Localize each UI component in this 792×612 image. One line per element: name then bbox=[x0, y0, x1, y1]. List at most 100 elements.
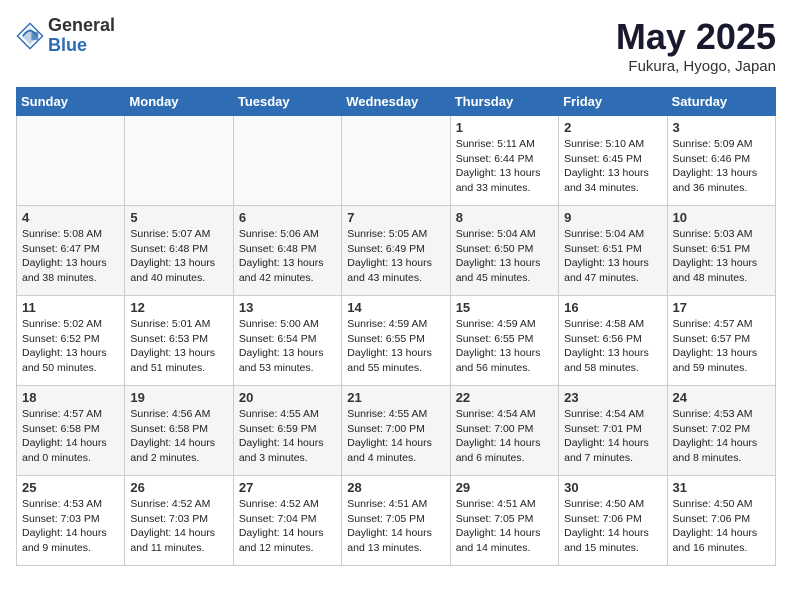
day-info: Sunrise: 4:52 AMSunset: 7:03 PMDaylight:… bbox=[130, 497, 227, 556]
day-number: 1 bbox=[456, 120, 553, 135]
calendar-cell: 14 Sunrise: 4:59 AMSunset: 6:55 PMDayligh… bbox=[342, 296, 450, 386]
logo: General Blue bbox=[16, 16, 115, 56]
day-info: Sunrise: 5:03 AMSunset: 6:51 PMDaylight:… bbox=[673, 227, 770, 286]
calendar-cell: 20 Sunrise: 4:55 AMSunset: 6:59 PMDayligh… bbox=[233, 386, 341, 476]
day-info: Sunrise: 4:58 AMSunset: 6:56 PMDaylight:… bbox=[564, 317, 661, 376]
day-number: 29 bbox=[456, 480, 553, 495]
day-info: Sunrise: 4:54 AMSunset: 7:01 PMDaylight:… bbox=[564, 407, 661, 466]
calendar-cell: 17 Sunrise: 4:57 AMSunset: 6:57 PMDayligh… bbox=[667, 296, 775, 386]
day-info: Sunrise: 4:51 AMSunset: 7:05 PMDaylight:… bbox=[456, 497, 553, 556]
weekday-header: Friday bbox=[559, 88, 667, 116]
calendar-cell: 25 Sunrise: 4:53 AMSunset: 7:03 PMDayligh… bbox=[17, 476, 125, 566]
day-info: Sunrise: 4:52 AMSunset: 7:04 PMDaylight:… bbox=[239, 497, 336, 556]
day-number: 21 bbox=[347, 390, 444, 405]
calendar-cell: 4Sunrise: 5:08 AMSunset: 6:47 PMDaylight… bbox=[17, 206, 125, 296]
calendar-table: SundayMondayTuesdayWednesdayThursdayFrid… bbox=[16, 87, 776, 566]
day-number: 2 bbox=[564, 120, 661, 135]
day-info: Sunrise: 5:01 AMSunset: 6:53 PMDaylight:… bbox=[130, 317, 227, 376]
calendar-cell: 30 Sunrise: 4:50 AMSunset: 7:06 PMDayligh… bbox=[559, 476, 667, 566]
logo-blue-text: Blue bbox=[48, 36, 115, 56]
day-number: 28 bbox=[347, 480, 444, 495]
day-info: Sunrise: 4:56 AMSunset: 6:58 PMDaylight:… bbox=[130, 407, 227, 466]
calendar-week-row: 25 Sunrise: 4:53 AMSunset: 7:03 PMDayligh… bbox=[17, 476, 776, 566]
calendar-cell: 8 Sunrise: 5:04 AMSunset: 6:50 PMDaylight… bbox=[450, 206, 558, 296]
day-number: 15 bbox=[456, 300, 553, 315]
day-number: 25 bbox=[22, 480, 119, 495]
day-info: Sunrise: 5:07 AMSunset: 6:48 PMDaylight:… bbox=[130, 227, 227, 286]
day-info: Sunrise: 4:59 AMSunset: 6:55 PMDaylight:… bbox=[456, 317, 553, 376]
day-info: Sunrise: 5:05 AMSunset: 6:49 PMDaylight:… bbox=[347, 227, 444, 286]
day-number: 24 bbox=[673, 390, 770, 405]
calendar-week-row: 1 Sunrise: 5:11 AMSunset: 6:44 PMDaylight… bbox=[17, 116, 776, 206]
weekday-header: Thursday bbox=[450, 88, 558, 116]
calendar-cell: 2Sunrise: 5:10 AMSunset: 6:45 PMDaylight… bbox=[559, 116, 667, 206]
calendar-cell: 13 Sunrise: 5:00 AMSunset: 6:54 PMDayligh… bbox=[233, 296, 341, 386]
day-number: 23 bbox=[564, 390, 661, 405]
day-number: 8 bbox=[456, 210, 553, 225]
month-title: May 2025 bbox=[616, 16, 776, 58]
calendar-cell: 12 Sunrise: 5:01 AMSunset: 6:53 PMDayligh… bbox=[125, 296, 233, 386]
calendar-cell: 7 Sunrise: 5:05 AMSunset: 6:49 PMDaylight… bbox=[342, 206, 450, 296]
day-info: Sunrise: 4:54 AMSunset: 7:00 PMDaylight:… bbox=[456, 407, 553, 466]
day-number: 31 bbox=[673, 480, 770, 495]
calendar-cell bbox=[233, 116, 341, 206]
page-header: General Blue May 2025 Fukura, Hyogo, Jap… bbox=[16, 16, 776, 75]
day-number: 7 bbox=[347, 210, 444, 225]
day-info: Sunrise: 5:04 AMSunset: 6:50 PMDaylight:… bbox=[456, 227, 553, 286]
calendar-cell: 19 Sunrise: 4:56 AMSunset: 6:58 PMDayligh… bbox=[125, 386, 233, 476]
weekday-header: Wednesday bbox=[342, 88, 450, 116]
day-info: Sunrise: 4:51 AMSunset: 7:05 PMDaylight:… bbox=[347, 497, 444, 556]
day-info: Sunrise: 4:57 AMSunset: 6:58 PMDaylight:… bbox=[22, 407, 119, 466]
day-number: 20 bbox=[239, 390, 336, 405]
calendar-body: 1 Sunrise: 5:11 AMSunset: 6:44 PMDaylight… bbox=[17, 116, 776, 566]
calendar-cell bbox=[125, 116, 233, 206]
day-info: Sunrise: 4:55 AMSunset: 6:59 PMDaylight:… bbox=[239, 407, 336, 466]
day-number: 13 bbox=[239, 300, 336, 315]
day-number: 30 bbox=[564, 480, 661, 495]
weekday-header: Tuesday bbox=[233, 88, 341, 116]
logo-icon bbox=[16, 22, 44, 50]
day-info: Sunrise: 5:00 AMSunset: 6:54 PMDaylight:… bbox=[239, 317, 336, 376]
day-number: 19 bbox=[130, 390, 227, 405]
calendar-cell: 10Sunrise: 5:03 AMSunset: 6:51 PMDayligh… bbox=[667, 206, 775, 296]
day-number: 4 bbox=[22, 210, 119, 225]
day-info: Sunrise: 4:55 AMSunset: 7:00 PMDaylight:… bbox=[347, 407, 444, 466]
calendar-cell: 3Sunrise: 5:09 AMSunset: 6:46 PMDaylight… bbox=[667, 116, 775, 206]
weekday-header: Sunday bbox=[17, 88, 125, 116]
day-number: 9 bbox=[564, 210, 661, 225]
day-number: 11 bbox=[22, 300, 119, 315]
day-number: 5 bbox=[130, 210, 227, 225]
calendar-week-row: 11 Sunrise: 5:02 AMSunset: 6:52 PMDayligh… bbox=[17, 296, 776, 386]
day-number: 14 bbox=[347, 300, 444, 315]
header-row: SundayMondayTuesdayWednesdayThursdayFrid… bbox=[17, 88, 776, 116]
day-info: Sunrise: 4:59 AMSunset: 6:55 PMDaylight:… bbox=[347, 317, 444, 376]
calendar-header: SundayMondayTuesdayWednesdayThursdayFrid… bbox=[17, 88, 776, 116]
location-subtitle: Fukura, Hyogo, Japan bbox=[616, 58, 776, 75]
calendar-cell: 6Sunrise: 5:06 AMSunset: 6:48 PMDaylight… bbox=[233, 206, 341, 296]
day-info: Sunrise: 5:02 AMSunset: 6:52 PMDaylight:… bbox=[22, 317, 119, 376]
calendar-cell: 28 Sunrise: 4:51 AMSunset: 7:05 PMDayligh… bbox=[342, 476, 450, 566]
calendar-cell: 31Sunrise: 4:50 AMSunset: 7:06 PMDayligh… bbox=[667, 476, 775, 566]
day-info: Sunrise: 4:53 AMSunset: 7:02 PMDaylight:… bbox=[673, 407, 770, 466]
calendar-cell: 22 Sunrise: 4:54 AMSunset: 7:00 PMDayligh… bbox=[450, 386, 558, 476]
day-number: 6 bbox=[239, 210, 336, 225]
day-number: 17 bbox=[673, 300, 770, 315]
calendar-cell: 16 Sunrise: 4:58 AMSunset: 6:56 PMDayligh… bbox=[559, 296, 667, 386]
logo-general-text: General bbox=[48, 16, 115, 36]
calendar-cell: 21 Sunrise: 4:55 AMSunset: 7:00 PMDayligh… bbox=[342, 386, 450, 476]
day-number: 16 bbox=[564, 300, 661, 315]
calendar-cell: 27Sunrise: 4:52 AMSunset: 7:04 PMDayligh… bbox=[233, 476, 341, 566]
day-info: Sunrise: 5:11 AMSunset: 6:44 PMDaylight:… bbox=[456, 137, 553, 196]
day-info: Sunrise: 4:53 AMSunset: 7:03 PMDaylight:… bbox=[22, 497, 119, 556]
day-number: 18 bbox=[22, 390, 119, 405]
weekday-header: Saturday bbox=[667, 88, 775, 116]
logo-text: General Blue bbox=[48, 16, 115, 56]
calendar-week-row: 18 Sunrise: 4:57 AMSunset: 6:58 PMDayligh… bbox=[17, 386, 776, 476]
day-info: Sunrise: 5:04 AMSunset: 6:51 PMDaylight:… bbox=[564, 227, 661, 286]
calendar-cell: 1 Sunrise: 5:11 AMSunset: 6:44 PMDaylight… bbox=[450, 116, 558, 206]
day-number: 12 bbox=[130, 300, 227, 315]
day-info: Sunrise: 4:57 AMSunset: 6:57 PMDaylight:… bbox=[673, 317, 770, 376]
weekday-header: Monday bbox=[125, 88, 233, 116]
day-number: 22 bbox=[456, 390, 553, 405]
day-info: Sunrise: 4:50 AMSunset: 7:06 PMDaylight:… bbox=[564, 497, 661, 556]
